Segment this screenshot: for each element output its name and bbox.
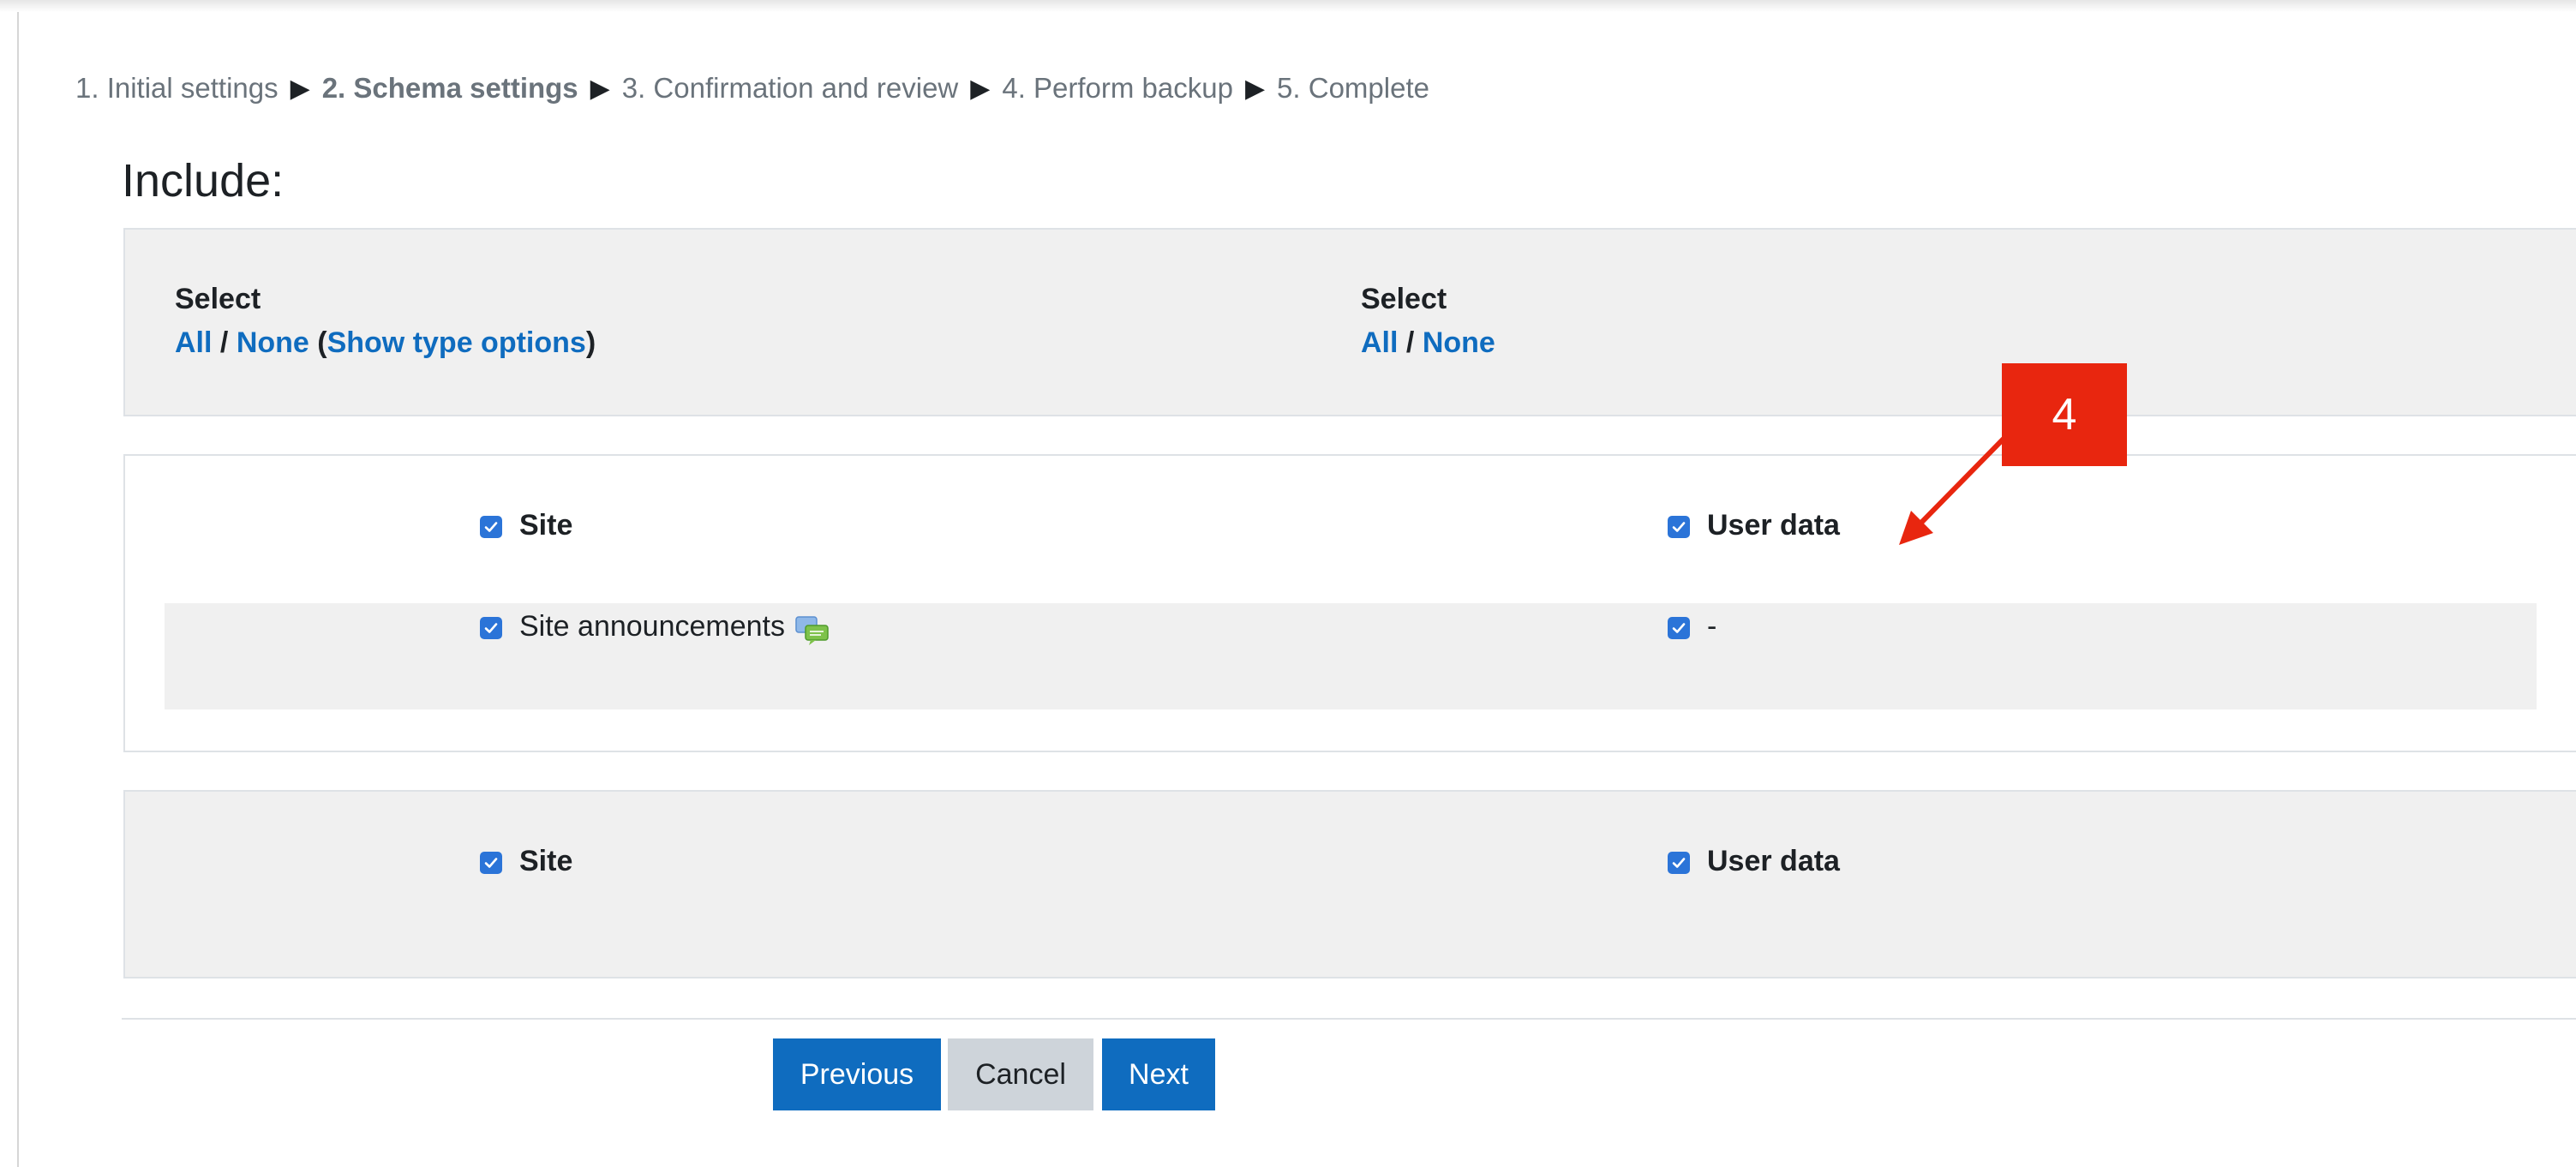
select-userdata: Select All / None: [1361, 283, 1495, 360]
check-icon: [1672, 522, 1686, 532]
section-header-row: Site User data: [125, 509, 2576, 543]
check-icon: [484, 522, 498, 532]
slash-separator: /: [1405, 326, 1415, 359]
forum-icon: [795, 615, 830, 650]
select-none-userdata-link[interactable]: None: [1423, 326, 1495, 359]
user-data-value: -: [1707, 610, 1717, 643]
window-top-edge: [0, 0, 2576, 12]
check-icon: [484, 858, 498, 868]
cancel-button[interactable]: Cancel: [948, 1038, 1093, 1110]
select-label: Select: [1361, 283, 1447, 315]
step-separator-icon: ▶: [1244, 74, 1266, 103]
step-perform-backup: 4. Perform backup: [1002, 72, 1233, 104]
site-label: Site: [519, 509, 573, 542]
close-paren: ): [585, 326, 596, 359]
step-initial-settings: 1. Initial settings: [75, 72, 279, 104]
check-icon: [484, 623, 498, 633]
step-schema-settings: 2. Schema settings: [321, 72, 578, 104]
backup-progress-bar: 1. Initial settings ▶ 2. Schema settings…: [75, 72, 1429, 105]
annotation-badge: 4: [2002, 363, 2127, 466]
user-data-label: User data: [1707, 509, 1840, 542]
section-footer-panel: Site User data: [123, 790, 2576, 978]
select-activities: Select All / None (Show type options): [175, 283, 596, 360]
step-separator-icon: ▶: [290, 74, 310, 103]
open-paren: (: [317, 326, 327, 359]
select-all-link[interactable]: All: [175, 326, 212, 359]
site-checkbox[interactable]: [480, 516, 502, 538]
select-all-userdata-link[interactable]: All: [1361, 326, 1398, 359]
site-checkbox-footer[interactable]: [480, 852, 502, 874]
select-none-link[interactable]: None: [237, 326, 309, 359]
check-icon: [1672, 858, 1686, 868]
select-panel: Select All / None (Show type options) Se…: [123, 228, 2576, 416]
previous-button[interactable]: Previous: [773, 1038, 941, 1110]
step-complete: 5. Complete: [1277, 72, 1429, 104]
slash-separator: /: [219, 326, 229, 359]
section-footer-row: Site User data: [125, 845, 2576, 879]
buttons-divider: [122, 1018, 2576, 1020]
step-separator-icon: ▶: [970, 74, 991, 103]
site-userdata-checkbox[interactable]: [1668, 516, 1690, 538]
step-separator-icon: ▶: [590, 74, 610, 103]
site-announcements-label: Site announcements: [519, 610, 785, 643]
next-button[interactable]: Next: [1102, 1038, 1215, 1110]
show-type-options-link[interactable]: Show type options: [327, 326, 586, 359]
section-items-panel: Site User data Site announcements -: [123, 454, 2576, 752]
site-label-footer: Site: [519, 845, 573, 877]
step-confirmation-review: 3. Confirmation and review: [621, 72, 959, 104]
site-announcements-userdata-checkbox[interactable]: [1668, 617, 1690, 639]
include-heading: Include:: [122, 155, 285, 206]
activity-row: Site announcements -: [165, 603, 2537, 709]
window-left-edge: [17, 12, 19, 1167]
user-data-checkbox-footer[interactable]: [1668, 852, 1690, 874]
site-announcements-checkbox[interactable]: [480, 617, 502, 639]
user-data-label-footer: User data: [1707, 845, 1840, 877]
select-label: Select: [175, 283, 261, 315]
check-icon: [1672, 623, 1686, 633]
